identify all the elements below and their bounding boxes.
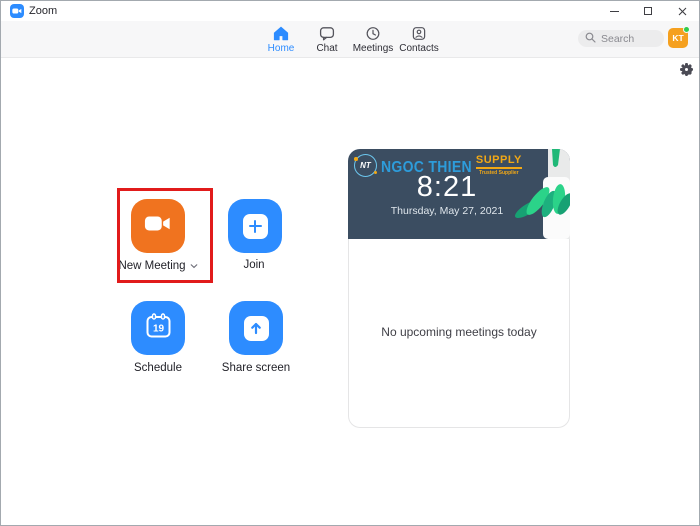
- schedule-button[interactable]: 19: [131, 301, 185, 355]
- plus-icon: [242, 213, 268, 239]
- tab-contacts[interactable]: Contacts: [396, 25, 442, 54]
- tab-home[interactable]: Home: [258, 25, 304, 54]
- clock-icon: [365, 25, 381, 41]
- contacts-icon: [411, 25, 427, 41]
- search-placeholder: Search: [601, 32, 635, 45]
- home-icon: [273, 25, 289, 41]
- tab-meetings[interactable]: Meetings: [350, 25, 396, 54]
- maximize-button[interactable]: [631, 1, 665, 21]
- empty-state-text: No upcoming meetings today: [381, 325, 537, 339]
- zoom-logo-icon: [10, 4, 24, 18]
- logo-word: SUPPLY: [475, 155, 522, 169]
- clock-time: 8:21: [416, 171, 478, 203]
- window-title: Zoom: [29, 5, 58, 17]
- share-screen-button[interactable]: [229, 301, 283, 355]
- chevron-down-icon[interactable]: [190, 260, 198, 272]
- share-screen-label: Share screen: [221, 362, 291, 374]
- search-input[interactable]: Search: [578, 30, 664, 47]
- tab-home-label: Home: [267, 43, 295, 54]
- avatar[interactable]: KT: [668, 26, 690, 48]
- nav-bar: Home Chat Meetings Contacts Search KT: [1, 21, 699, 58]
- svg-text:19: 19: [152, 324, 164, 335]
- search-icon: [585, 30, 596, 48]
- upcoming-meetings-card: No upcoming meetings today: [348, 239, 570, 428]
- tab-chat-label: Chat: [316, 43, 338, 54]
- new-meeting-button[interactable]: [131, 199, 185, 253]
- zoom-app-window: Zoom Home Chat Meetings Contacts Search …: [0, 0, 700, 526]
- schedule-label: Schedule: [134, 362, 182, 374]
- tab-chat[interactable]: Chat: [304, 25, 350, 54]
- titlebar: Zoom: [1, 1, 699, 21]
- clock-date: Thursday, May 27, 2021: [390, 205, 504, 217]
- tab-meetings-label: Meetings: [352, 43, 394, 54]
- arrow-up-icon: [243, 315, 269, 341]
- avatar-initials: KT: [672, 33, 684, 43]
- settings-button[interactable]: [680, 63, 693, 76]
- tab-contacts-label: Contacts: [399, 43, 439, 54]
- calendar-icon: 19: [145, 312, 172, 344]
- chat-icon: [319, 25, 335, 41]
- wallpaper-banner: NT NGOC THIEN SUPPLY Trusted Supplier 8:…: [348, 149, 570, 239]
- close-button[interactable]: [665, 1, 699, 21]
- minimize-button[interactable]: [597, 1, 631, 21]
- new-meeting-label: New Meeting: [105, 259, 211, 272]
- home-side-panel: NT NGOC THIEN SUPPLY Trusted Supplier 8:…: [348, 149, 570, 428]
- join-button[interactable]: [228, 199, 282, 253]
- join-label: Join: [243, 259, 265, 271]
- status-dot: [683, 26, 690, 33]
- video-camera-icon: [144, 214, 172, 238]
